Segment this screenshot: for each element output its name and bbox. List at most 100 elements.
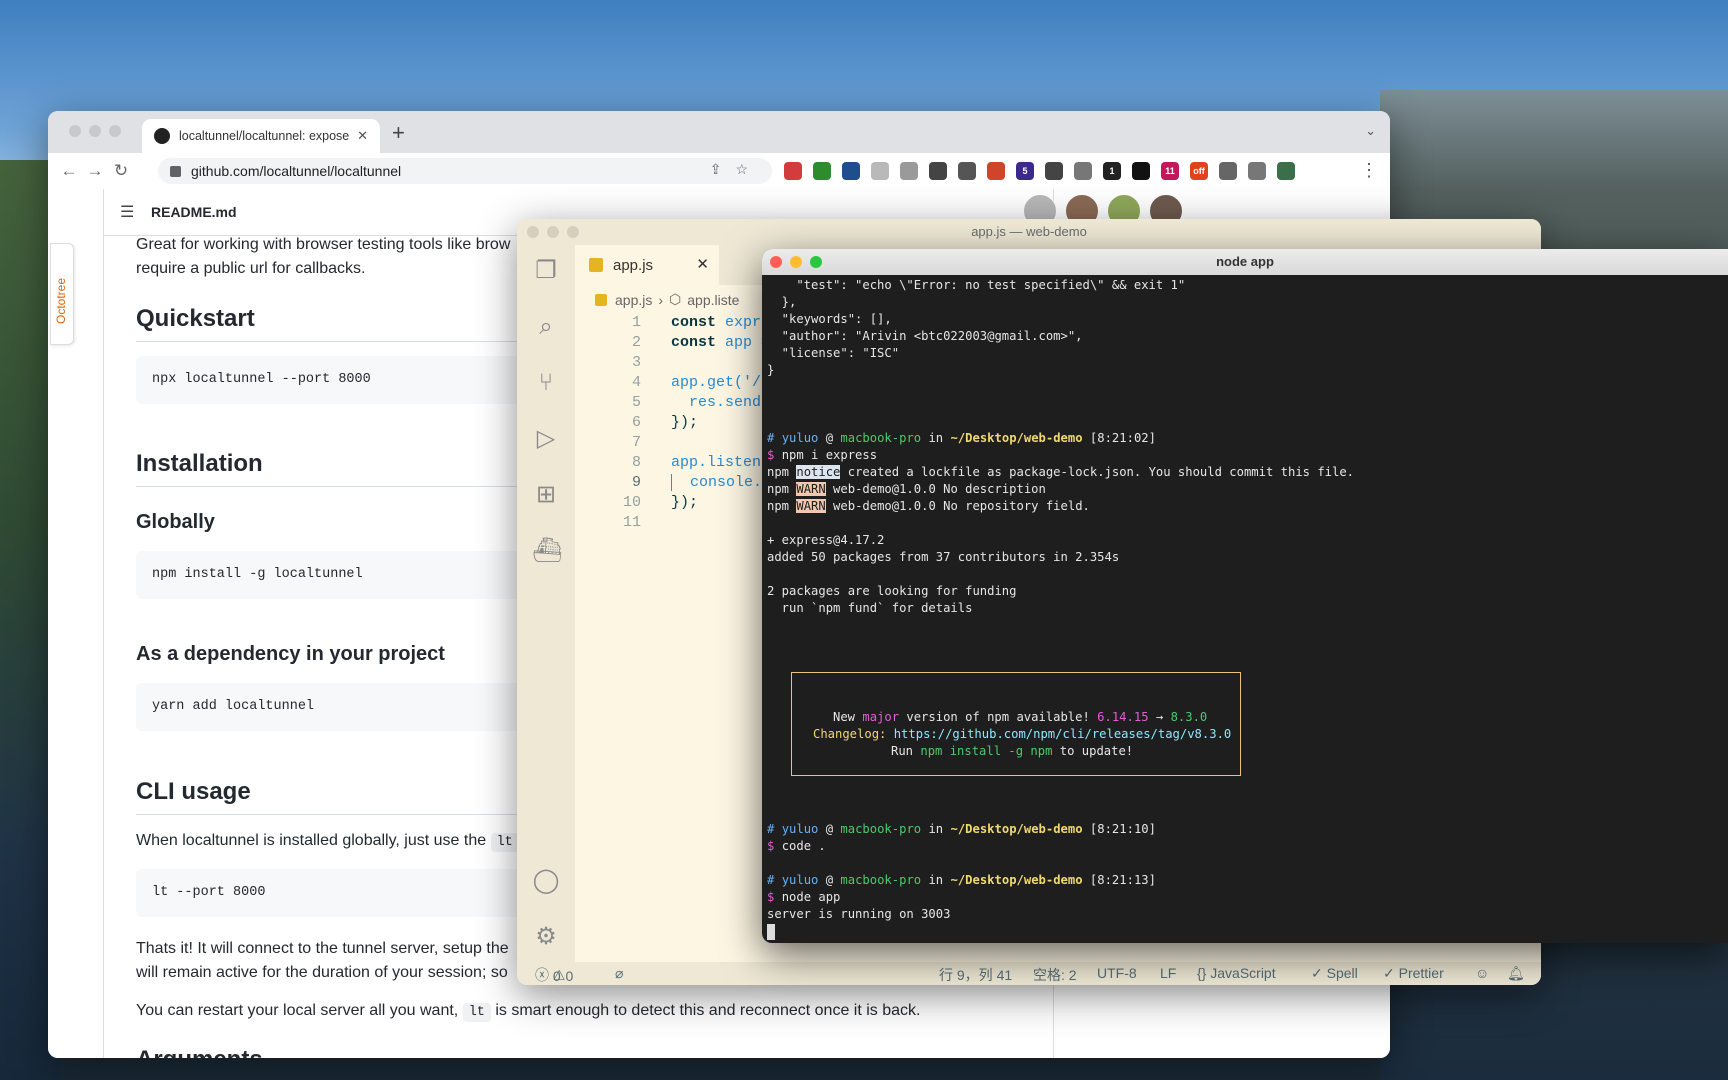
extension-icon[interactable] <box>929 162 947 180</box>
breadcrumb-symbol[interactable]: app.liste <box>687 292 739 308</box>
lock-icon <box>170 165 181 177</box>
address-bar[interactable]: github.com/localtunnel/localtunnel ⇪☆ <box>158 158 772 184</box>
keyword: const <box>671 334 717 351</box>
git-commit-icon[interactable]: ⌀ <box>615 965 623 982</box>
menu-icon[interactable]: ⋮ <box>1360 160 1378 181</box>
extension-icon[interactable]: 11 <box>1161 162 1179 180</box>
line-number: 9 <box>631 474 641 491</box>
command-text: code . <box>781 839 826 853</box>
account-icon[interactable]: ◯ <box>532 867 560 895</box>
output-line: } <box>767 363 775 377</box>
prompt-host: macbook-pro <box>840 431 922 445</box>
extension-icon[interactable] <box>1074 162 1092 180</box>
paragraph-line: Great for working with browser testing t… <box>136 236 511 253</box>
maximize-button[interactable] <box>567 226 579 238</box>
paragraph-line: will remain active for the duration of y… <box>136 964 508 981</box>
new-tab-icon[interactable]: + <box>392 120 405 146</box>
breadcrumb-file[interactable]: app.js <box>615 292 652 308</box>
terminal-output[interactable]: "test": "echo \"Error: no test specified… <box>767 277 1723 940</box>
maximize-button[interactable] <box>810 256 822 268</box>
puzzle-icon[interactable] <box>1248 162 1266 180</box>
back-icon[interactable]: ← <box>56 161 82 181</box>
prompt-line: # yuluo @ macbook-pro in ~/Desktop/web-d… <box>767 430 1156 447</box>
extensions-icon[interactable]: ⊞ <box>532 481 560 509</box>
run-debug-icon[interactable]: ▷ <box>532 425 560 453</box>
source-control-icon[interactable]: ⑂ <box>532 369 560 397</box>
close-tab-icon[interactable]: ✕ <box>357 128 368 144</box>
settings-gear-icon[interactable]: ⚙ <box>532 923 560 951</box>
extension-icon[interactable] <box>958 162 976 180</box>
output-line: server is running on 3003 <box>767 907 951 921</box>
update-text: Run <box>891 744 921 758</box>
extension-icon[interactable]: 5 <box>1016 162 1034 180</box>
spell-status[interactable]: ✓ Spell <box>1311 965 1358 982</box>
problems-indicator[interactable]: ⓧ 0 ⚠ 0 <box>535 965 573 985</box>
list-icon[interactable]: ☰ <box>120 202 134 222</box>
prompt-dollar: $ <box>767 448 775 462</box>
minimize-button[interactable] <box>790 256 802 268</box>
vscode-title: app.js — web-demo <box>971 224 1087 239</box>
line-number: 11 <box>622 514 641 531</box>
output-line: npm WARN web-demo@1.0.0 No repository fi… <box>767 498 1090 515</box>
cursor-position[interactable]: 行 9，列 41 <box>939 965 1012 985</box>
chrome-toolbar: ← → ↻ github.com/localtunnel/localtunnel… <box>48 153 1390 190</box>
prompt-hash: # <box>767 822 775 836</box>
changelog-link[interactable]: https://github.com/npm/cli/releases/tag/… <box>894 727 1232 741</box>
end-of-line[interactable]: LF <box>1160 965 1176 981</box>
extension-icon[interactable]: off <box>1190 162 1208 180</box>
readme-filename: README.md <box>151 204 237 220</box>
prompt-dir: ~/Desktop/web-demo <box>950 431 1083 445</box>
search-icon[interactable]: ⌕ <box>532 313 560 341</box>
close-button[interactable] <box>69 125 81 137</box>
extension-icon[interactable] <box>784 162 802 180</box>
extension-icon[interactable] <box>842 162 860 180</box>
maximize-button[interactable] <box>109 125 121 137</box>
feedback-icon[interactable]: ☺ <box>1475 965 1489 981</box>
extension-icon[interactable] <box>987 162 1005 180</box>
encoding[interactable]: UTF-8 <box>1097 965 1137 981</box>
explorer-icon[interactable]: ❐ <box>532 257 560 285</box>
inline-code: lt <box>490 833 519 852</box>
update-line: Changelog: https://github.com/npm/cli/re… <box>813 726 1231 743</box>
octotree-toggle[interactable]: Octotree <box>50 243 74 345</box>
minimize-button[interactable] <box>89 125 101 137</box>
prettier-status[interactable]: ✓ Prettier <box>1383 965 1444 982</box>
bookmark-icon[interactable] <box>1045 162 1063 180</box>
close-button[interactable] <box>770 256 782 268</box>
browser-tab[interactable]: localtunnel/localtunnel: expose ✕ <box>142 119 380 153</box>
close-button[interactable] <box>527 226 539 238</box>
language-mode[interactable]: {} JavaScript <box>1197 965 1276 981</box>
extension-icon[interactable] <box>813 162 831 180</box>
indentation[interactable]: 空格: 2 <box>1033 965 1077 985</box>
close-tab-icon[interactable]: ✕ <box>696 255 709 273</box>
output-line: npm WARN web-demo@1.0.0 No description <box>767 481 1046 498</box>
tab-app-js[interactable]: app.js ✕ <box>575 245 719 285</box>
tab-search-icon[interactable]: ⌄ <box>1365 123 1376 139</box>
extension-icon[interactable] <box>900 162 918 180</box>
prompt-time: [8:21:10] <box>1089 822 1156 836</box>
prompt-in: in <box>928 431 944 445</box>
reload-icon[interactable]: ↻ <box>108 161 134 181</box>
error-count: 0 <box>552 968 561 984</box>
extension-icon[interactable] <box>1132 162 1150 180</box>
update-new-version: 8.3.0 <box>1170 710 1208 724</box>
terminal-window: node app "test": "echo \"Error: no test … <box>762 249 1728 943</box>
share-bookmark-icons[interactable]: ⇪☆ <box>710 161 762 178</box>
divider <box>103 189 104 1058</box>
prompt-line: # yuluo @ macbook-pro in ~/Desktop/web-d… <box>767 821 1156 838</box>
minimize-button[interactable] <box>547 226 559 238</box>
warning-count: 0 <box>565 968 574 984</box>
paragraph-line: require a public url for callbacks. <box>136 260 366 277</box>
profile-icon[interactable] <box>1277 162 1295 180</box>
docker-icon[interactable]: ⛴ <box>532 537 562 565</box>
tab-label: app.js <box>613 256 654 274</box>
extension-icon[interactable] <box>871 162 889 180</box>
extension-icon[interactable]: 1 <box>1103 162 1121 180</box>
notifications-icon[interactable]: 🔔︎ <box>1507 965 1525 982</box>
line-number: 6 <box>631 414 641 431</box>
paragraph-text: is smart enough to detect this and recon… <box>495 1002 921 1019</box>
extension-icon[interactable] <box>1219 162 1237 180</box>
notice-text: created a lockfile as package-lock.json.… <box>840 465 1355 479</box>
prompt-dollar: $ <box>767 890 775 904</box>
forward-icon[interactable]: → <box>82 161 108 181</box>
